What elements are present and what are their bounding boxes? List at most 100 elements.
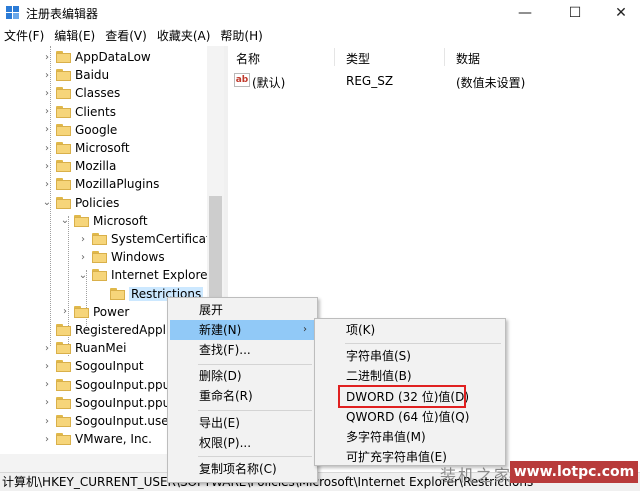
tree-node[interactable]: › Microsoft — [42, 139, 130, 157]
new-key[interactable]: 项(K) — [317, 320, 503, 340]
tree-node-label: AppDataLow — [75, 50, 151, 64]
tree-node[interactable]: ⌄ Microsoft — [60, 212, 148, 230]
expand-chevron-icon[interactable]: › — [42, 139, 52, 157]
tree-node[interactable]: › Clients — [42, 103, 116, 121]
expand-chevron-icon[interactable]: › — [42, 121, 52, 139]
tree-node[interactable]: › AppDataLow — [42, 48, 151, 66]
expand-chevron-icon[interactable]: › — [42, 394, 52, 412]
expand-chevron-icon[interactable]: › — [78, 248, 88, 266]
tree-node[interactable]: › Power — [60, 303, 129, 321]
menu-favorites[interactable]: 收藏夹(A) — [152, 26, 216, 46]
menu-file[interactable]: 文件(F) — [0, 26, 49, 46]
new-multi-string-value[interactable]: 多字符串值(M) — [317, 427, 503, 447]
ctx-permissions[interactable]: 权限(P)... — [170, 433, 315, 453]
new-expandable-string-value[interactable]: 可扩充字符串值(E) — [317, 447, 503, 467]
minimize-icon: — — [518, 5, 532, 21]
ctx-new-label: 新建(N) — [199, 323, 242, 337]
tree-node-label: Internet Explorer — [111, 268, 213, 283]
expand-chevron-icon[interactable]: › — [78, 230, 88, 248]
tree-node-label: Power — [93, 304, 130, 319]
ctx-find[interactable]: 查找(F)... — [170, 340, 315, 360]
tree-node[interactable]: › SogouInput.ppup — [42, 394, 178, 412]
tree-node-label: Policies — [75, 195, 120, 210]
tree-node[interactable]: ⌄ Policies — [42, 194, 120, 212]
minimize-button[interactable]: — — [502, 0, 548, 26]
tree-node[interactable]: › SogouInput.ppup — [42, 376, 178, 394]
ctx-expand[interactable]: 展开 — [170, 300, 315, 320]
tree-node[interactable]: › SogouInput.user — [42, 412, 174, 430]
tree-node[interactable]: › MozillaPlugins — [42, 175, 159, 193]
maximize-icon: ☐ — [568, 5, 582, 21]
title-bar: 注册表编辑器 — ☐ ✕ — [0, 0, 640, 26]
string-value-icon: ab — [234, 73, 250, 87]
ctx-rename[interactable]: 重命名(R) — [170, 386, 315, 406]
expand-chevron-icon[interactable]: › — [42, 430, 52, 448]
tree-node[interactable]: › RuanMei — [42, 339, 126, 357]
ctx-copy-key-name[interactable]: 复制项名称(C) — [170, 459, 315, 479]
submenu-arrow-icon: › — [303, 324, 307, 335]
folder-icon — [56, 378, 71, 391]
folder-icon — [92, 251, 107, 264]
expand-chevron-icon[interactable]: › — [60, 303, 70, 321]
tree-node[interactable]: › Google — [42, 121, 117, 139]
tree-node[interactable]: › Mozilla — [42, 157, 116, 175]
tree-node[interactable]: RegisteredApplic — [42, 321, 176, 339]
watermark-url: www.lotpc.com — [510, 461, 638, 483]
tree-node[interactable]: › VMware, Inc. — [42, 430, 152, 448]
tree-node-label: Clients — [75, 104, 116, 119]
expand-chevron-icon[interactable]: › — [42, 357, 52, 375]
collapse-chevron-icon[interactable]: ⌄ — [42, 194, 52, 212]
list-item[interactable]: ab (默认) REG_SZ (数值未设置) — [228, 72, 628, 90]
expand-chevron-icon[interactable]: › — [42, 412, 52, 430]
folder-icon — [56, 69, 71, 82]
new-string-value[interactable]: 字符串值(S) — [317, 346, 503, 366]
tree-node[interactable]: › Baidu — [42, 66, 109, 84]
menu-help[interactable]: 帮助(H) — [215, 26, 267, 46]
column-header-type[interactable]: 类型 — [346, 50, 370, 67]
folder-icon — [56, 415, 71, 427]
context-menu: 展开 新建(N) › 查找(F)... 删除(D) 重命名(R) 导出(E) 权… — [167, 297, 318, 483]
tree-node-label: SogouInput.ppup — [75, 395, 178, 410]
folder-icon — [56, 105, 71, 118]
expand-chevron-icon[interactable]: › — [42, 66, 52, 84]
expand-chevron-icon[interactable]: › — [42, 376, 52, 394]
value-type: REG_SZ — [346, 74, 394, 88]
expand-chevron-icon[interactable]: › — [42, 48, 52, 66]
menu-edit[interactable]: 编辑(E) — [49, 26, 100, 46]
tree-node[interactable]: ⌄ Internet Explorer — [78, 266, 213, 284]
tree-node[interactable]: › SystemCertificates — [78, 230, 224, 248]
tree-node[interactable]: › Classes — [42, 84, 120, 102]
folder-icon — [74, 305, 89, 318]
folder-icon — [56, 196, 71, 209]
expand-chevron-icon[interactable]: › — [42, 339, 52, 357]
expand-chevron-icon[interactable]: › — [42, 103, 52, 121]
folder-icon — [56, 342, 71, 355]
expand-chevron-icon[interactable]: › — [42, 84, 52, 102]
menu-view[interactable]: 查看(V) — [100, 26, 152, 46]
new-binary-value[interactable]: 二进制值(B) — [317, 366, 503, 386]
folder-icon — [92, 233, 107, 245]
collapse-chevron-icon[interactable]: ⌄ — [60, 212, 70, 230]
close-button[interactable]: ✕ — [598, 0, 640, 26]
collapse-chevron-icon[interactable]: ⌄ — [78, 266, 88, 284]
value-name: (默认) — [252, 76, 286, 90]
expand-chevron-icon[interactable]: › — [42, 175, 52, 193]
tree-node[interactable]: › Windows — [78, 248, 165, 266]
tree-node-label: Microsoft — [75, 141, 130, 155]
expand-chevron-icon[interactable]: › — [42, 157, 52, 175]
ctx-delete[interactable]: 删除(D) — [170, 366, 315, 386]
tree-node-label: Mozilla — [75, 159, 117, 174]
tree-node-label: RuanMei — [75, 341, 127, 356]
ctx-new[interactable]: 新建(N) › — [170, 320, 315, 340]
tree-node-label: MozillaPlugins — [75, 177, 160, 192]
tree-node-label: Microsoft — [93, 213, 148, 228]
expand-chevron-icon — [96, 285, 106, 303]
maximize-button[interactable]: ☐ — [552, 0, 598, 26]
column-header-name[interactable]: 名称 — [236, 50, 260, 67]
tree-node[interactable]: › SogouInput — [42, 357, 144, 375]
folder-icon — [56, 160, 71, 173]
column-header-data[interactable]: 数据 — [456, 50, 480, 67]
new-qword-value[interactable]: QWORD (64 位)值(Q) — [317, 407, 503, 427]
ctx-export[interactable]: 导出(E) — [170, 413, 315, 433]
folder-icon — [56, 324, 71, 336]
